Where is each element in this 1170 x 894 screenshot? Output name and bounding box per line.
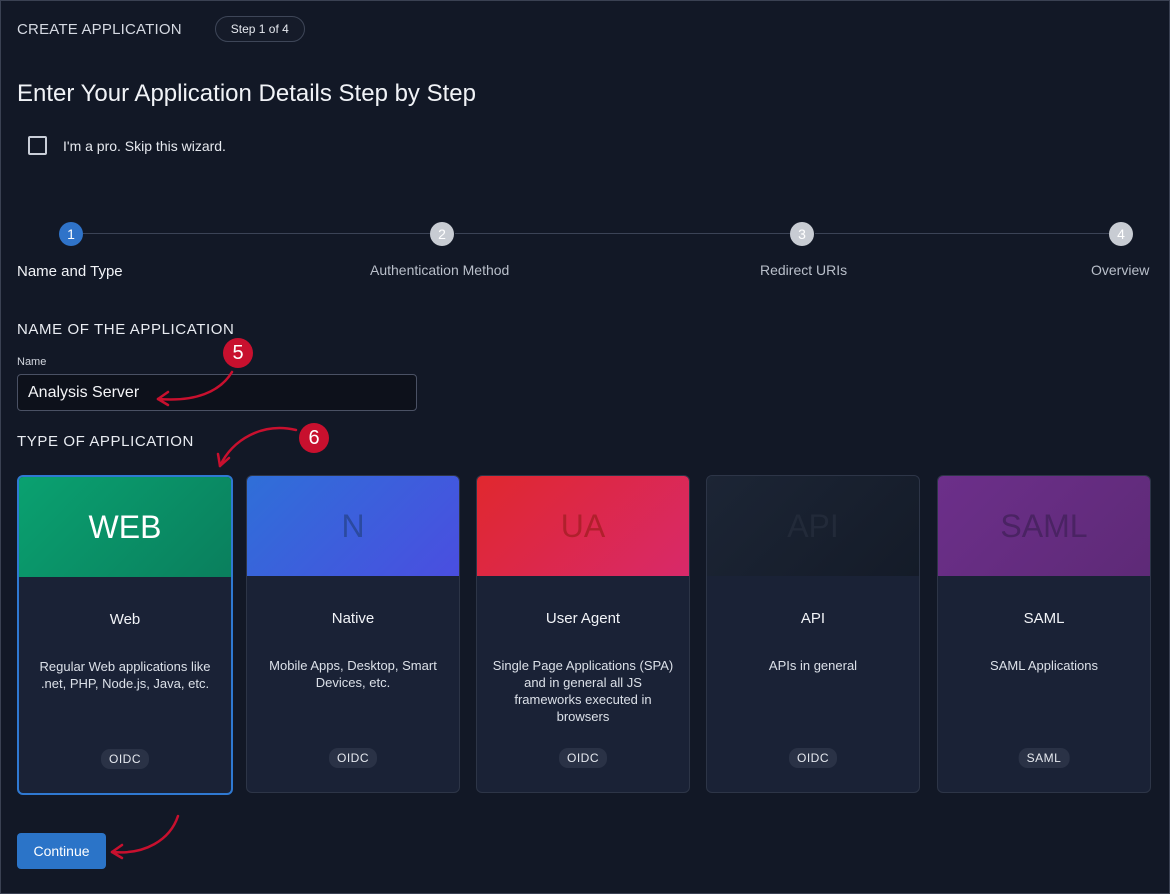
header-title: CREATE APPLICATION (17, 20, 182, 38)
card-api-banner: API (707, 476, 919, 576)
card-web[interactable]: WEB Web Regular Web applications like .n… (17, 475, 233, 795)
step-2-circle[interactable]: 2 (430, 222, 454, 246)
step-1-circle[interactable]: 1 (59, 222, 83, 246)
stepper-line-1 (83, 233, 430, 234)
skip-wizard-checkbox[interactable]: I'm a pro. Skip this wizard. (28, 136, 226, 155)
checkbox-box[interactable] (28, 136, 47, 155)
step-3-label: Redirect URIs (760, 262, 848, 278)
card-native[interactable]: N Native Mobile Apps, Desktop, Smart Dev… (246, 475, 460, 793)
card-api-badge: OIDC (789, 748, 837, 768)
card-user-agent[interactable]: UA User Agent Single Page Applications (… (476, 475, 690, 793)
card-native-badge: OIDC (329, 748, 377, 768)
card-user-agent-banner: UA (477, 476, 689, 576)
annotation-callout-6: 6 (299, 423, 329, 453)
stepper-line-3 (815, 233, 1109, 234)
type-section-title: TYPE OF APPLICATION (17, 433, 194, 450)
card-user-agent-description: Single Page Applications (SPA) and in ge… (492, 658, 674, 724)
card-saml-banner: SAML (938, 476, 1150, 576)
card-saml-description: SAML Applications (990, 658, 1098, 673)
card-saml-title: SAML (1023, 610, 1065, 627)
card-web-badge: OIDC (101, 749, 149, 769)
page-title: Enter Your Application Details Step by S… (17, 80, 476, 107)
card-saml-badge: SAML (1018, 748, 1070, 768)
stepper-line-2 (455, 233, 790, 234)
step-indicator-pill: Step 1 of 4 (214, 16, 305, 42)
name-section-title: NAME OF THE APPLICATION (17, 321, 235, 338)
name-field-label: Name (17, 356, 47, 368)
continue-button[interactable]: Continue (17, 833, 106, 869)
card-api-description: APIs in general (768, 658, 858, 673)
header: CREATE APPLICATION Step 1 of 4 (17, 16, 305, 42)
skip-wizard-label: I'm a pro. Skip this wizard. (63, 137, 226, 154)
card-api-title: API (800, 610, 826, 627)
step-3-circle[interactable]: 3 (790, 222, 814, 246)
card-native-title: Native (331, 610, 375, 627)
card-native-description: Mobile Apps, Desktop, Smart Devices, etc… (269, 658, 437, 690)
card-web-title: Web (109, 611, 141, 628)
step-4-circle[interactable]: 4 (1109, 222, 1133, 246)
application-name-input[interactable] (17, 374, 417, 411)
card-user-agent-title: User Agent (545, 610, 621, 627)
card-saml[interactable]: SAML SAML SAML Applications SAML (937, 475, 1151, 793)
card-user-agent-badge: OIDC (559, 748, 607, 768)
step-2-label: Authentication Method (370, 262, 510, 278)
step-1-label: Name and Type (17, 263, 123, 280)
step-4-label: Overview (1091, 262, 1150, 278)
card-native-banner: N (247, 476, 459, 576)
card-web-banner: WEB (19, 477, 231, 577)
card-api[interactable]: API API APIs in general OIDC (706, 475, 920, 793)
card-web-description: Regular Web applications like .net, PHP,… (39, 659, 211, 691)
annotation-callout-5: 5 (223, 338, 253, 368)
